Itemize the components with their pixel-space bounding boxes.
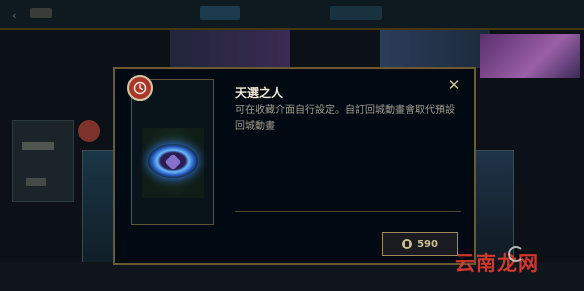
price-label: 590	[417, 238, 438, 250]
watermark-swirl-icon	[508, 246, 524, 262]
blurred-label	[22, 142, 54, 150]
item-title: 天選之人	[235, 86, 284, 100]
item-card	[131, 79, 214, 225]
blurred-tab	[200, 6, 240, 20]
item-description: 可在收藏介面自行設定。自訂回城動畫會取代預設回城動畫	[235, 105, 455, 132]
nav-divider	[0, 28, 584, 30]
divider	[235, 211, 461, 212]
blurred-tab	[330, 6, 382, 20]
back-arrow-icon: ‹	[12, 9, 17, 22]
close-icon[interactable]: ✕	[446, 77, 462, 93]
watermark-logo-text: 云南龙网	[455, 251, 539, 275]
background-banner	[380, 30, 490, 68]
clock-icon	[127, 75, 153, 101]
background-sidebar-card	[12, 120, 74, 202]
background-banner	[480, 34, 580, 78]
recall-animation-thumbnail	[142, 128, 204, 198]
background-badge	[78, 120, 100, 142]
blurred-nav-label	[30, 8, 52, 18]
background-banner	[170, 30, 290, 68]
blurred-label	[26, 178, 46, 186]
purchase-button[interactable]: 590	[382, 232, 458, 256]
rp-icon	[402, 239, 413, 249]
top-nav-bar: ‹	[0, 0, 584, 28]
purchase-dialog: 天選之人 ✕ 可在收藏介面自行設定。自訂回城動畫會取代預設回城動畫 590	[113, 67, 476, 265]
